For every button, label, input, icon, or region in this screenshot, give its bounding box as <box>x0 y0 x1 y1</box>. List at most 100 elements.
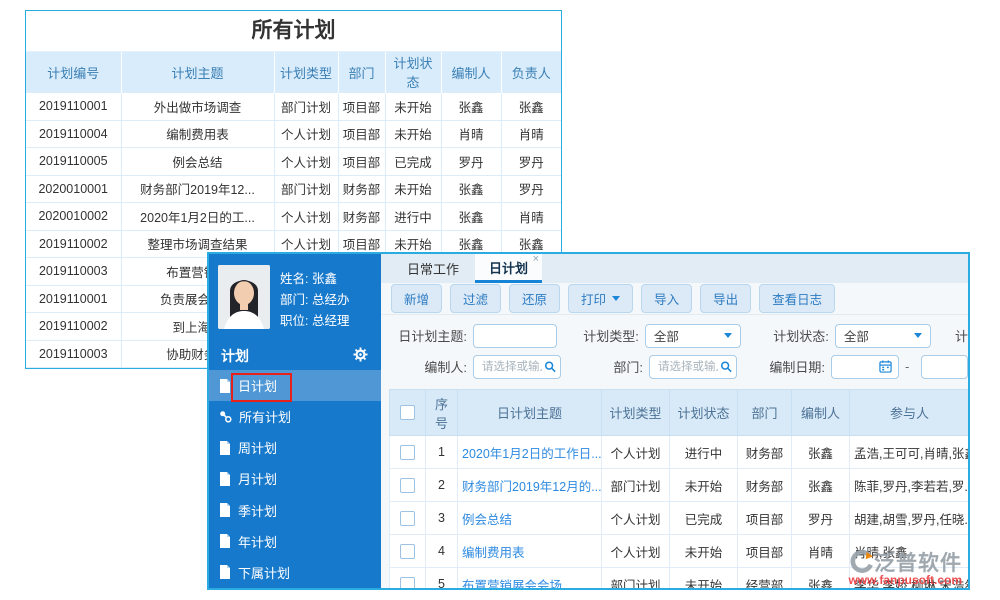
tab-label: 日常工作 <box>407 259 459 278</box>
cell-creator: 张鑫 <box>441 93 501 121</box>
cell-owner: 张鑫 <box>501 93 561 121</box>
col-status: 计划状态 <box>670 390 738 436</box>
caret-down-icon <box>612 296 620 301</box>
date-range-separator: - <box>905 359 909 374</box>
dept-search-input[interactable] <box>656 360 720 374</box>
row-checkbox[interactable] <box>400 445 415 460</box>
profile-info: 姓名: 张鑫 部门: 总经办 职位: 总经理 <box>270 265 349 334</box>
col-plan-code: 计划编号 <box>26 52 121 93</box>
col-subject: 日计划主题 <box>458 390 602 436</box>
avatar-illustration <box>218 265 270 329</box>
cell-plan-type: 部门计划 <box>274 175 338 203</box>
row-checkbox[interactable] <box>400 511 415 526</box>
view-log-button[interactable]: 查看日志 <box>759 284 835 313</box>
sidebar-item-subordinate-plan[interactable]: 下属计划 <box>209 557 381 588</box>
cell-dept: 经营部 <box>738 568 792 589</box>
cell-plan-type: 个人计划 <box>274 148 338 176</box>
cell-type: 部门计划 <box>602 469 670 502</box>
table-row: 5 布置营销展会会场 部门计划 未开始 经营部 张鑫 李华,李娇,柳琳,宋浩然 <box>390 568 969 589</box>
cell-creator: 罗丹 <box>441 148 501 176</box>
gear-icon[interactable] <box>353 347 368 365</box>
filter-panel: 日计划主题: 计划类型: 全部 计划状态: 全部 计 编制人: <box>381 315 968 385</box>
sidebar-item-quarterly-plan[interactable]: 季计划 <box>209 495 381 526</box>
sidebar-item-daily-plan[interactable]: 日计划 <box>209 370 381 401</box>
filter-row-2: 编制人: 部门: 编制日期: <box>381 351 968 382</box>
cell-checkbox <box>390 568 426 589</box>
cell-plan-code: 2019110003 <box>26 258 121 286</box>
sidebar-item-all-plans[interactable]: 所有计划 <box>209 401 381 432</box>
date-start-input[interactable] <box>831 355 899 379</box>
cell-participants: 胡建,胡雪,罗丹,任晓... <box>850 502 969 535</box>
row-checkbox[interactable] <box>400 478 415 493</box>
row-checkbox[interactable] <box>400 577 415 589</box>
cell-seq: 1 <box>426 436 458 469</box>
status-select[interactable]: 全部 <box>835 324 931 348</box>
table-row: 2019110005 例会总结 个人计划 项目部 已完成 罗丹 罗丹 <box>26 148 561 176</box>
add-button[interactable]: 新增 <box>391 284 442 313</box>
cell-type: 部门计划 <box>602 568 670 589</box>
all-plans-header-row: 计划编号 计划主题 计划类型 部门 计划状态 编制人 负责人 <box>26 52 561 93</box>
subject-input[interactable] <box>473 324 557 348</box>
export-button[interactable]: 导出 <box>700 284 751 313</box>
cell-status: 未开始 <box>670 535 738 568</box>
cell-creator: 肖晴 <box>792 535 850 568</box>
tab-daily-plan[interactable]: 日计划 × <box>475 254 542 283</box>
dept-search-field[interactable] <box>649 355 737 379</box>
subject-filter-label: 日计划主题: <box>381 326 467 345</box>
cell-participants: 陈菲,罗丹,李若若,罗... <box>850 469 969 502</box>
col-select-all <box>390 390 426 436</box>
cell-plan-status: 已完成 <box>385 148 441 176</box>
creator-search-field[interactable] <box>473 355 561 379</box>
select-all-checkbox[interactable] <box>400 405 415 420</box>
sidebar-item-yearly-plan[interactable]: 年计划 <box>209 526 381 557</box>
document-icon <box>219 379 231 393</box>
type-select[interactable]: 全部 <box>645 324 741 348</box>
toolbar: 新增 过滤 还原 打印 导入 导出 查看日志 <box>381 283 968 315</box>
col-plan-status: 计划状态 <box>385 52 441 93</box>
cell-participants: 李华,李娇,柳琳,宋浩然 <box>850 568 969 589</box>
creator-search-input[interactable] <box>480 360 544 374</box>
cell-subject-link[interactable]: 编制费用表 <box>458 535 602 568</box>
cell-subject-link[interactable]: 财务部门2019年12月的... <box>458 469 602 502</box>
daily-plan-table: 序号 日计划主题 计划类型 计划状态 部门 编制人 参与人 1 <box>389 389 968 588</box>
calendar-icon[interactable] <box>879 360 892 373</box>
sidebar-item-label: 周计划 <box>238 438 277 457</box>
magnifier-icon[interactable] <box>720 360 732 373</box>
cell-plan-code: 2019110003 <box>26 340 121 368</box>
col-dept: 部门 <box>738 390 792 436</box>
filter-button[interactable]: 过滤 <box>450 284 501 313</box>
magnifier-icon[interactable] <box>544 360 556 373</box>
sidebar: 姓名: 张鑫 部门: 总经办 职位: 总经理 计划 <box>209 254 381 588</box>
reset-button[interactable]: 还原 <box>509 284 560 313</box>
cell-plan-subject: 例会总结 <box>121 148 274 176</box>
cell-plan-code: 2019110002 <box>26 230 121 258</box>
creator-filter-label: 编制人: <box>381 357 467 376</box>
date-end-input[interactable] <box>921 355 968 379</box>
cell-plan-code: 2019110002 <box>26 313 121 341</box>
status-select-value: 全部 <box>844 326 869 345</box>
type-select-value: 全部 <box>654 326 679 345</box>
close-icon[interactable]: × <box>533 254 539 265</box>
grid-body: 1 2020年1月2日的工作日... 个人计划 进行中 财务部 张鑫 孟浩,王可… <box>390 436 969 589</box>
sidebar-item-label: 下属计划 <box>238 563 290 582</box>
row-checkbox[interactable] <box>400 544 415 559</box>
cell-subject-link[interactable]: 例会总结 <box>458 502 602 535</box>
profile-name: 姓名: 张鑫 <box>280 268 349 287</box>
cell-owner: 罗丹 <box>501 175 561 203</box>
table-row: 4 编制费用表 个人计划 未开始 项目部 肖晴 肖晴,张鑫 <box>390 535 969 568</box>
avatar <box>218 265 270 329</box>
print-button[interactable]: 打印 <box>568 284 633 313</box>
tab-daily-work[interactable]: 日常工作 <box>391 254 475 283</box>
sidebar-item-label: 所有计划 <box>239 407 291 426</box>
tab-bar: 日常工作 日计划 × <box>381 254 968 283</box>
cell-status: 进行中 <box>670 436 738 469</box>
status-filter-label: 计划状态: <box>763 326 829 345</box>
cell-plan-code: 2020010002 <box>26 203 121 231</box>
cell-seq: 2 <box>426 469 458 502</box>
cell-subject-link[interactable]: 2020年1月2日的工作日... <box>458 436 602 469</box>
cell-subject-link[interactable]: 布置营销展会会场 <box>458 568 602 589</box>
workspace-window: 姓名: 张鑫 部门: 总经办 职位: 总经理 计划 <box>207 252 970 590</box>
import-button[interactable]: 导入 <box>641 284 692 313</box>
sidebar-item-monthly-plan[interactable]: 月计划 <box>209 463 381 494</box>
sidebar-item-weekly-plan[interactable]: 周计划 <box>209 432 381 463</box>
